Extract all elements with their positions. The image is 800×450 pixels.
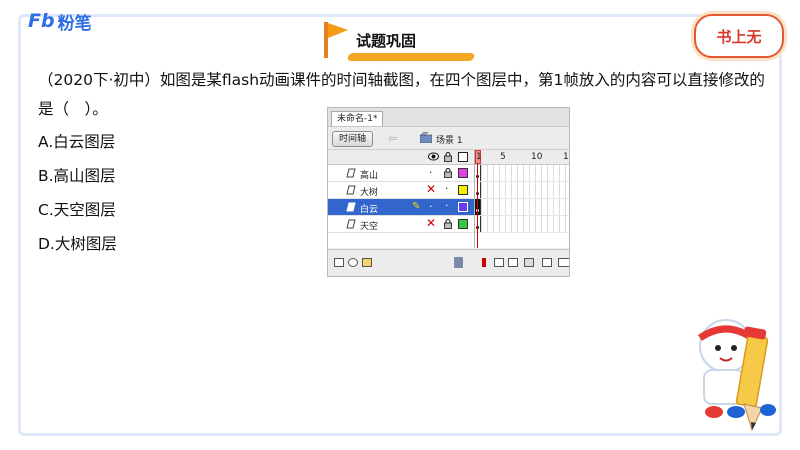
- pencil-icon: ✎: [412, 201, 421, 212]
- add-layer-icon: [334, 258, 344, 267]
- section-title-banner: 试题巩固: [320, 20, 476, 61]
- onion-skin-icon: [494, 258, 504, 267]
- frame-row: [475, 165, 569, 182]
- eye-icon: [428, 152, 439, 161]
- brand-logo-prefix: Fb: [28, 10, 55, 32]
- tag-badge: 书上无: [694, 14, 784, 58]
- scene-icon: [420, 132, 432, 143]
- onion-outline-icon: [508, 258, 518, 267]
- flash-timeline-screenshot: 未命名-1* 时间轴 ⇦ 场景 1 高山 · 大树 ✕ · 白云 ✎ · · 天…: [327, 107, 570, 277]
- title-underline: [346, 53, 476, 61]
- keyframe: [475, 165, 481, 181]
- layer-row-gaoshan: 高山 ·: [328, 165, 474, 182]
- option-a: A.白云图层: [38, 133, 116, 151]
- center-frame-icon: [482, 258, 486, 267]
- section-title: 试题巩固: [356, 32, 417, 50]
- hidden-x-icon: ✕: [426, 216, 437, 230]
- option-d: D.大树图层: [38, 235, 117, 253]
- ruler-number: 1: [476, 152, 482, 162]
- layer-color-swatch: [458, 185, 468, 195]
- edit-multiple-icon: [524, 258, 534, 267]
- lock-icon: [444, 168, 452, 178]
- frame-ruler: 1 5 10 1: [475, 150, 569, 165]
- layer-panel: 高山 · 大树 ✕ · 白云 ✎ · · 天空 ✕: [328, 150, 475, 248]
- frame-row: [475, 216, 569, 233]
- ruler-number: 1: [563, 152, 569, 162]
- timeline-button: 时间轴: [332, 131, 374, 147]
- frame-row: [475, 182, 569, 199]
- layer-name: 白云: [360, 205, 379, 215]
- lock-icon: [444, 219, 452, 229]
- timeline-bottom-bar: [328, 249, 569, 276]
- brand-logo-text: 粉笔: [57, 13, 92, 34]
- playhead-line: [477, 164, 478, 248]
- flag-icon: [324, 22, 348, 58]
- tag-badge-label: 书上无: [716, 27, 762, 46]
- visible-dot-icon: ·: [429, 166, 433, 179]
- layer-icon: [346, 168, 356, 178]
- layer-row-dashu: 大树 ✕ ·: [328, 182, 474, 199]
- pencil-mascot-icon: [698, 319, 776, 432]
- option-b: B.高山图层: [38, 167, 116, 185]
- frame-counter-box: [558, 258, 569, 267]
- back-arrow-icon: ⇦: [388, 132, 398, 145]
- layer-icon: [346, 219, 356, 229]
- layer-color-swatch: [458, 168, 468, 178]
- unlocked-dot-icon: ·: [445, 199, 449, 212]
- layer-name: 高山: [360, 171, 379, 181]
- brand-logo: Fb 粉笔: [28, 10, 92, 34]
- keyframe: [475, 199, 481, 215]
- keyframe: [475, 216, 481, 232]
- layer-name: 天空: [360, 222, 379, 232]
- layer-row-baiyun: 白云 ✎ · ·: [328, 199, 474, 216]
- add-folder-icon: [362, 258, 372, 267]
- ruler-number: 5: [500, 152, 506, 162]
- visible-dot-icon: ·: [429, 200, 433, 213]
- keyframe: [475, 182, 481, 198]
- trash-icon: [454, 257, 463, 268]
- layer-color-swatch: [458, 202, 468, 212]
- option-c: C.天空图层: [38, 201, 116, 219]
- document-tab-bar: 未命名-1*: [328, 108, 569, 127]
- outline-box-icon: [458, 152, 468, 162]
- layer-icon: [346, 202, 356, 212]
- hidden-x-icon: ✕: [426, 182, 437, 196]
- document-tab: 未命名-1*: [331, 111, 384, 126]
- layer-color-swatch: [458, 219, 468, 229]
- frame-row: [475, 199, 569, 216]
- scene-label: 场景 1: [436, 136, 463, 146]
- unlocked-dot-icon: ·: [445, 182, 449, 195]
- add-guide-icon: [348, 258, 358, 267]
- lock-icon: [444, 152, 452, 162]
- answer-options: A.白云图层 B.高山图层 C.天空图层 D.大树图层: [38, 130, 117, 266]
- layer-name: 大树: [360, 188, 379, 198]
- frame-grid: 1 5 10 1: [475, 150, 569, 248]
- ruler-number: 10: [531, 152, 543, 162]
- layer-icon: [346, 185, 356, 195]
- timeline-toolbar: 时间轴 ⇦ 场景 1: [328, 127, 569, 150]
- layer-header: [328, 150, 474, 165]
- modify-markers-icon: [542, 258, 552, 267]
- layer-row-tiankong: 天空 ✕: [328, 216, 474, 233]
